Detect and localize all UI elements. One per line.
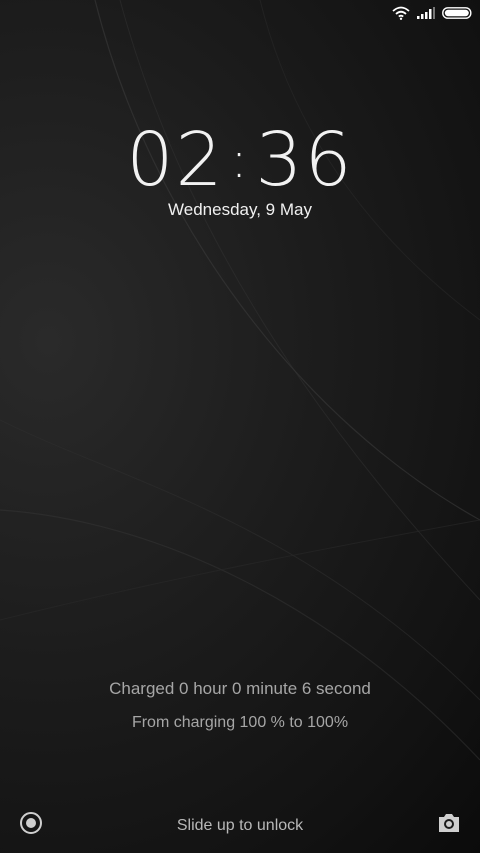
clock-separator: : (230, 131, 250, 189)
wifi-icon (392, 6, 410, 20)
lockscreen-clock: 02:36 (0, 118, 480, 210)
status-bar (0, 0, 480, 28)
slide-to-unlock-hint[interactable]: Slide up to unlock (0, 817, 480, 835)
charging-range-text: From charging 100 % to 100% (131, 714, 349, 731)
battery-icon (442, 7, 472, 19)
cell-signal-icon (417, 7, 435, 19)
clock-minutes: 36 (255, 117, 354, 203)
camera-icon[interactable] (437, 812, 461, 834)
clock-hours: 02 (126, 117, 225, 203)
lockscreen-date: Wednesday, 9 May (168, 200, 312, 219)
charging-duration-text: Charged 0 hour 0 minute 6 second (109, 679, 371, 698)
